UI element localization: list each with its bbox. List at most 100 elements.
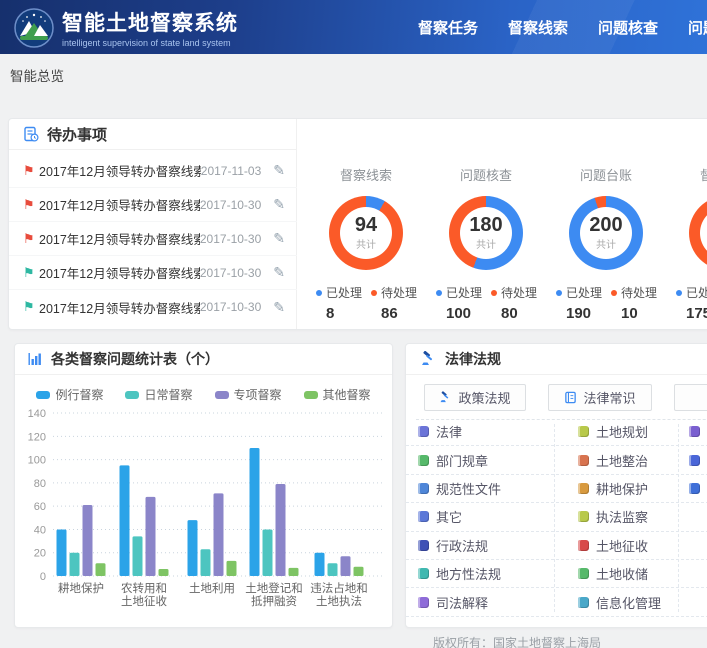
legend-swatch-icon bbox=[215, 391, 229, 399]
legal-list-row: 法律 土地规划 bbox=[406, 418, 707, 446]
pending-dot-icon bbox=[371, 290, 377, 296]
legal-list: 法律土地规划部门规章土地整治规范性文件耕地保护其它执法监察行政法规土地征收地方性… bbox=[406, 418, 707, 617]
legal-cell: 执法监察 bbox=[578, 507, 689, 526]
legend-pending: 待处理 bbox=[611, 284, 666, 301]
pending-value: 10 bbox=[611, 305, 666, 322]
legal-item-土地整治[interactable]: 土地整治 bbox=[578, 451, 689, 470]
edit-pencil-icon[interactable]: ✎ bbox=[273, 299, 285, 316]
column-divider bbox=[678, 424, 679, 612]
todo-item-date: 2017-10-30 bbox=[200, 198, 261, 212]
legal-button-法律常识[interactable]: 法律常识 bbox=[548, 384, 652, 411]
edit-pencil-icon[interactable]: ✎ bbox=[273, 230, 285, 247]
nav-item-问题台账[interactable]: 问题台账 bbox=[688, 17, 707, 38]
stat-values: 19010 bbox=[546, 305, 666, 322]
edit-pencil-icon[interactable]: ✎ bbox=[273, 196, 285, 213]
edit-pencil-icon[interactable]: ✎ bbox=[273, 162, 285, 179]
legal-item-土地征收[interactable]: 土地征收 bbox=[578, 536, 689, 555]
legal-item-label: 土地收储 bbox=[596, 564, 648, 583]
app-title: 智能土地督察系统 bbox=[62, 7, 238, 37]
edit-pencil-icon[interactable]: ✎ bbox=[273, 264, 285, 281]
legal-item[interactable] bbox=[689, 455, 707, 466]
legal-cell: 土地收储 bbox=[578, 564, 689, 583]
chart-legend: 例行督察 日常督察 专项督察 其他督察 bbox=[15, 386, 392, 403]
todo-row[interactable]: ⚑2017年12月领导转办督察线索2017-10-30✎ bbox=[9, 256, 297, 290]
book-icon bbox=[689, 426, 700, 437]
legend-item-例行督察[interactable]: 例行督察 bbox=[36, 386, 103, 403]
legal-cell: 土地征收 bbox=[578, 536, 689, 555]
book-icon bbox=[578, 426, 589, 437]
legal-item-label: 土地征收 bbox=[596, 536, 648, 555]
legend-item-日常督察[interactable]: 日常督察 bbox=[125, 386, 192, 403]
stat-total-value: 94 bbox=[355, 215, 377, 235]
app-logo: 智能土地督察系统 intelligent supervision of stat… bbox=[14, 7, 238, 48]
nav-item-督察任务[interactable]: 督察任务 bbox=[418, 17, 478, 38]
legal-cell: 土地规划 bbox=[578, 422, 689, 441]
legal-item[interactable] bbox=[689, 483, 707, 494]
legal-item-label: 地方性法规 bbox=[436, 564, 501, 583]
stat-donut-group: 问题台账200共计已处理待处理19010 bbox=[546, 119, 666, 322]
legal-item-label: 信息化管理 bbox=[596, 593, 661, 612]
book-icon bbox=[418, 483, 429, 494]
book-icon bbox=[578, 597, 589, 608]
book-icon bbox=[578, 568, 589, 579]
legal-item[interactable] bbox=[689, 426, 707, 437]
todo-item-label: 2017年12月领导转办督察线索 bbox=[39, 195, 200, 214]
legal-item-耕地保护[interactable]: 耕地保护 bbox=[578, 479, 689, 498]
legend-label: 专项督察 bbox=[234, 386, 282, 403]
flag-icon: ⚑ bbox=[23, 163, 39, 179]
legend-item-其他督察[interactable]: 其他督察 bbox=[304, 386, 371, 403]
overview-card: 待办事项 ⚑2017年12月领导转办督察线索2017-11-03✎⚑2017年1… bbox=[8, 118, 707, 330]
nav-item-问题核查[interactable]: 问题核查 bbox=[598, 17, 658, 38]
flag-icon: ⚑ bbox=[23, 197, 39, 213]
legend-item-专项督察[interactable]: 专项督察 bbox=[215, 386, 282, 403]
pending-value: 80 bbox=[491, 305, 546, 322]
donut-ring: 200共计 bbox=[569, 196, 643, 270]
legal-list-row: 部门规章土地整治 bbox=[406, 446, 707, 474]
pending-value: 86 bbox=[371, 305, 426, 322]
legend-label: 其他督察 bbox=[323, 386, 371, 403]
todo-item-date: 2017-10-30 bbox=[200, 266, 261, 280]
todo-row[interactable]: ⚑2017年12月领导转办督察线索2017-10-30✎ bbox=[9, 222, 297, 256]
stat-donut-group: 问题核查180共计已处理待处理10080 bbox=[426, 119, 546, 322]
legal-item-执法监察[interactable]: 执法监察 bbox=[578, 507, 689, 526]
stat-title: 问题核查 bbox=[426, 165, 546, 184]
pending-dot-icon bbox=[491, 290, 497, 296]
stat-total-label: 共计 bbox=[356, 236, 376, 251]
processed-dot-icon bbox=[556, 290, 562, 296]
legal-button-more[interactable] bbox=[674, 384, 707, 411]
legal-item-土地规划[interactable]: 土地规划 bbox=[578, 422, 689, 441]
todo-item-date: 2017-10-30 bbox=[200, 232, 261, 246]
processed-value: 175 bbox=[676, 305, 707, 322]
nav-item-督察线索[interactable]: 督察线索 bbox=[508, 17, 568, 38]
nav-menu: 督察任务 督察线索 问题核查 问题台账 bbox=[418, 0, 707, 54]
stat-total-label: 共计 bbox=[596, 236, 616, 251]
legal-cell bbox=[689, 426, 707, 437]
todo-item-date: 2017-10-30 bbox=[200, 300, 261, 314]
legal-item-label: 执法监察 bbox=[596, 507, 648, 526]
book-icon bbox=[689, 483, 700, 494]
donut-ring: 94共计 bbox=[329, 196, 403, 270]
svg-text:土地登记和抵押融资: 土地登记和抵押融资 bbox=[245, 581, 303, 608]
todo-row[interactable]: ⚑2017年12月领导转办督察线索2017-11-03✎ bbox=[9, 154, 297, 188]
legal-item-土地收储[interactable]: 土地收储 bbox=[578, 564, 689, 583]
legal-title: 法律法规 bbox=[445, 349, 501, 369]
donut-center: 200共计 bbox=[580, 207, 632, 259]
todo-row[interactable]: ⚑2017年12月领导转办督察线索2017-10-30 ✎ bbox=[9, 188, 297, 222]
svg-text:0: 0 bbox=[40, 571, 46, 583]
book-icon bbox=[418, 511, 429, 522]
gavel-icon bbox=[420, 351, 437, 367]
todo-row[interactable]: ⚑2017年12月领导转办督察线索2017-10-30✎ bbox=[9, 290, 297, 324]
todo-item-label: 2017年12月领导转办督察线索 bbox=[39, 263, 200, 282]
legal-item-label: 法律 bbox=[436, 422, 462, 441]
svg-text:140: 140 bbox=[28, 408, 46, 420]
legal-item-信息化管理[interactable]: 信息化管理 bbox=[578, 593, 689, 612]
processed-value: 190 bbox=[556, 305, 611, 322]
book-icon bbox=[578, 455, 589, 466]
book-icon bbox=[418, 568, 429, 579]
legal-button-政策法规[interactable]: 政策法规 bbox=[424, 384, 526, 411]
stat-values: 175 bbox=[666, 305, 707, 322]
legal-item-label: 规范性文件 bbox=[436, 479, 501, 498]
book-icon bbox=[418, 597, 429, 608]
chart-title: 各类督察问题统计表（个） bbox=[51, 349, 219, 369]
svg-text:违法占地和土地执法: 违法占地和土地执法 bbox=[310, 581, 368, 608]
